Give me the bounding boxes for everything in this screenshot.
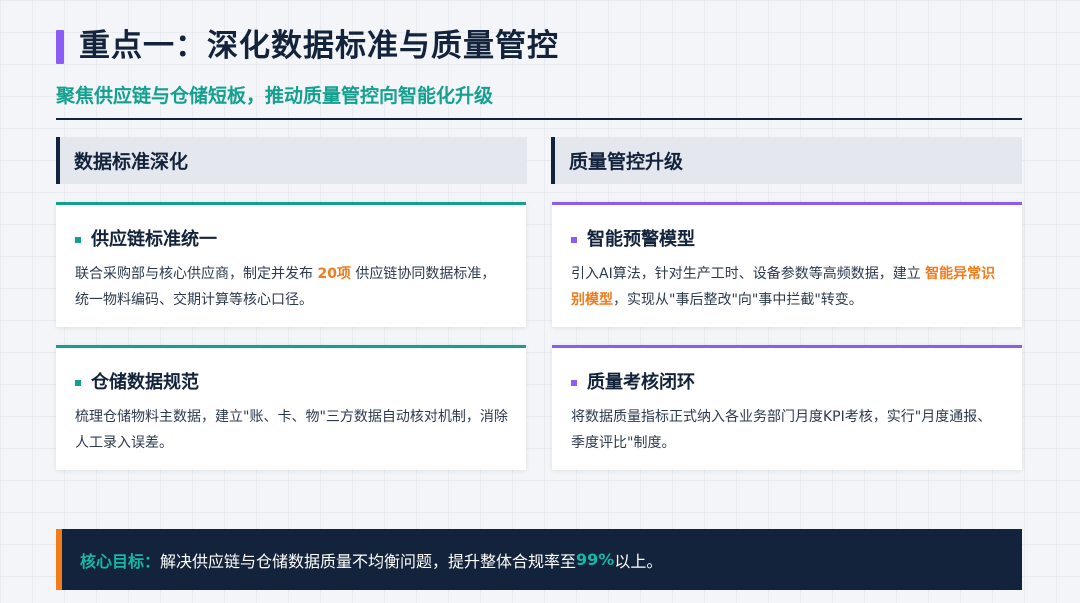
core-goal-banner: 核心目标： 解决供应链与仓储数据质量不均衡问题，提升整体合规率至 99% 以上。 xyxy=(56,529,1022,590)
core-goal-text: 解决供应链与仓储数据质量不均衡问题，提升整体合规率至 xyxy=(160,551,577,571)
card-warehouse-data: 仓储数据规范 梳理仓储物料主数据，建立"账、卡、物"三方数据自动核对机制，消除人… xyxy=(56,345,526,470)
card-title-row: 智能预警模型 xyxy=(571,227,1004,253)
card-title: 供应链标准统一 xyxy=(91,229,217,250)
core-goal-label: 核心目标： xyxy=(80,551,161,571)
card-title-row: 供应链标准统一 xyxy=(75,227,508,253)
square-bullet-icon xyxy=(571,237,577,243)
section-heading-data-standards: 数据标准深化 xyxy=(56,137,527,184)
card-title: 质量考核闭环 xyxy=(587,372,695,393)
section-heading-label: 质量管控升级 xyxy=(569,151,684,173)
card-title: 仓储数据规范 xyxy=(91,372,199,393)
card-body: 将数据质量指标正式纳入各业务部门月度KPI考核，实行"月度通报、季度评比"制度。 xyxy=(571,409,992,451)
section-heading-label: 数据标准深化 xyxy=(74,151,189,173)
page-subtitle: 聚焦供应链与仓储短板，推动质量管控向智能化升级 xyxy=(56,85,494,107)
title-accent-bar xyxy=(56,30,64,64)
section-heading-quality-control: 质量管控升级 xyxy=(551,137,1022,184)
page-title: 重点一：深化数据标准与质量管控 xyxy=(79,28,559,64)
core-goal-text: 以上。 xyxy=(614,551,663,571)
square-bullet-icon xyxy=(75,380,81,386)
card-body: 联合采购部与核心供应商，制定并发布 20项 供应链协同数据标准，统一物料编码、交… xyxy=(75,261,508,313)
square-bullet-icon xyxy=(75,237,81,243)
square-bullet-icon xyxy=(571,380,577,386)
card-body: 梳理仓储物料主数据，建立"账、卡、物"三方数据自动核对机制，消除人工录入误差。 xyxy=(75,409,508,451)
card-title: 智能预警模型 xyxy=(587,229,695,250)
header-divider xyxy=(56,118,1022,120)
card-body-text: 引入AI算法，针对生产工时、设备参数等高频数据，建立 xyxy=(571,266,926,282)
core-goal-value: 99% xyxy=(576,550,615,569)
card-smart-warning-model: 智能预警模型 引入AI算法，针对生产工时、设备参数等高频数据，建立 智能异常识别… xyxy=(552,202,1022,327)
card-supply-chain-standards: 供应链标准统一 联合采购部与核心供应商，制定并发布 20项 供应链协同数据标准，… xyxy=(56,202,526,327)
highlight-count: 20项 xyxy=(317,266,351,282)
card-body: 引入AI算法，针对生产工时、设备参数等高频数据，建立 智能异常识别模型，实现从"… xyxy=(571,261,1004,313)
card-quality-assessment-loop: 质量考核闭环 将数据质量指标正式纳入各业务部门月度KPI考核，实行"月度通报、季… xyxy=(552,345,1022,470)
card-title-row: 仓储数据规范 xyxy=(75,370,508,396)
card-title-row: 质量考核闭环 xyxy=(571,370,1004,396)
card-body-text: 联合采购部与核心供应商，制定并发布 xyxy=(75,266,318,282)
card-body-text: ，实现从"事后整改"向"事中拦截"转变。 xyxy=(613,292,863,308)
